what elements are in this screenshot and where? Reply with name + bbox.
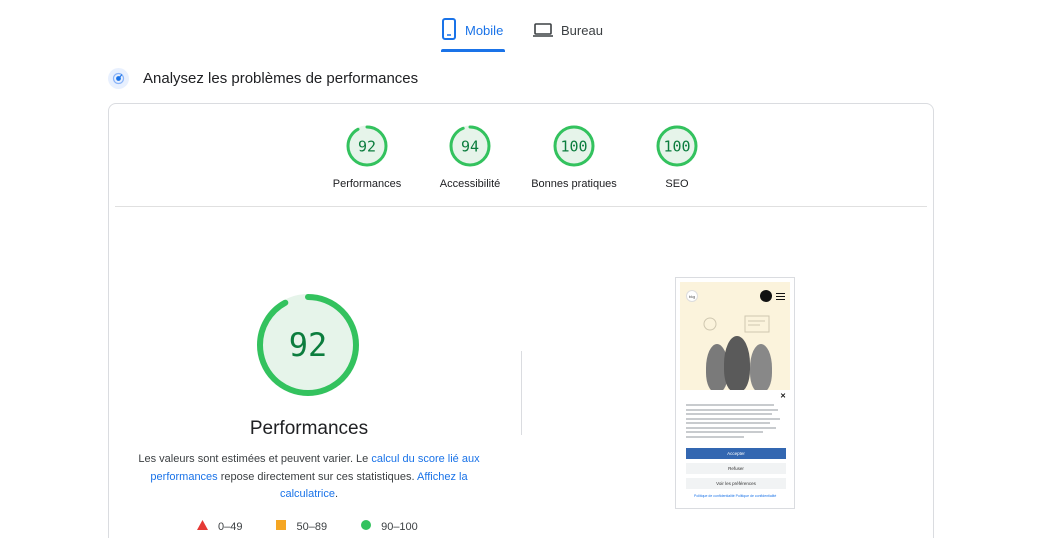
triangle-icon bbox=[197, 520, 208, 533]
gauge-label-performances: Performances bbox=[332, 178, 402, 190]
performance-main-title: Performances bbox=[249, 418, 369, 439]
team-photo bbox=[724, 336, 750, 392]
desc-text-3: . bbox=[334, 488, 339, 500]
preferences-button: Voir les préférences bbox=[686, 478, 786, 489]
score-gauges: 92 Performances 94 Accessibilité 100 Bon… bbox=[109, 124, 935, 198]
legend-item-average: 50–89 bbox=[276, 520, 327, 533]
page-screenshot-preview: bkg ✕ Accepter Refuser Voir les préféren… bbox=[675, 277, 795, 509]
desc-text-1: Les valeurs sont estimées et peuvent var… bbox=[138, 453, 372, 465]
legend-range-average: 50–89 bbox=[296, 520, 328, 533]
score-legend: 0–49 50–89 90–100 bbox=[197, 520, 418, 533]
device-tabs: Mobile Bureau bbox=[0, 0, 1038, 60]
performance-description: Les valeurs sont estimées et peuvent var… bbox=[131, 451, 487, 504]
legend-range-pass: 90–100 bbox=[381, 520, 418, 533]
mail-icon bbox=[760, 290, 772, 302]
smartphone-icon bbox=[441, 18, 457, 45]
gauge-value-seo: 100 bbox=[663, 138, 690, 156]
refuse-button: Refuser bbox=[686, 463, 786, 474]
section-header: Analysez les problèmes de performances bbox=[108, 68, 418, 89]
performance-main-gauge: 92 bbox=[257, 294, 359, 396]
section-title: Analysez les problèmes de performances bbox=[143, 70, 419, 87]
gauge-performances[interactable]: 92 Performances bbox=[312, 124, 422, 190]
menu-icon bbox=[776, 293, 785, 300]
cookie-consent-modal: ✕ Accepter Refuser Voir les préférences … bbox=[680, 390, 792, 508]
vertical-divider bbox=[521, 351, 522, 435]
gauges-divider bbox=[115, 206, 927, 207]
laptop-icon bbox=[533, 18, 553, 45]
gauge-label-bonnes-pratiques: Bonnes pratiques bbox=[531, 178, 617, 190]
close-icon: ✕ bbox=[780, 393, 786, 400]
desc-text-2: repose directement sur ces statistiques. bbox=[217, 470, 418, 483]
accept-button: Accepter bbox=[686, 448, 786, 459]
legend-item-pass: 90–100 bbox=[361, 520, 418, 533]
circle-icon bbox=[361, 520, 372, 533]
tab-desktop[interactable]: Bureau bbox=[533, 18, 613, 52]
gauge-seo[interactable]: 100 SEO bbox=[622, 124, 732, 190]
gauge-label-accessibilite: Accessibilité bbox=[439, 178, 501, 190]
team-photo bbox=[750, 344, 772, 392]
gauge-ring-bonnes-pratiques: 100 bbox=[553, 125, 595, 167]
square-icon bbox=[276, 520, 287, 533]
tab-mobile[interactable]: Mobile bbox=[441, 18, 505, 52]
privacy-links: Politique de confidentialité Politique d… bbox=[694, 494, 777, 498]
active-tab-indicator bbox=[441, 49, 505, 52]
consent-text bbox=[686, 404, 782, 440]
tab-desktop-label: Bureau bbox=[561, 23, 603, 38]
performance-main-score: 92 bbox=[289, 326, 328, 364]
gauge-label-seo: SEO bbox=[665, 178, 689, 190]
preview-logo: bkg bbox=[686, 290, 698, 302]
gauge-ring-performances: 92 bbox=[346, 125, 388, 167]
gauge-accessibilite[interactable]: 94 Accessibilité bbox=[415, 124, 525, 190]
gauge-ring-seo: 100 bbox=[656, 125, 698, 167]
legend-item-fail: 0–49 bbox=[197, 520, 242, 533]
legend-range-fail: 0–49 bbox=[218, 520, 243, 533]
performance-diagnose-icon bbox=[108, 68, 129, 89]
report-card: 92 Performances 94 Accessibilité 100 Bon… bbox=[108, 103, 934, 538]
gauge-value-performances: 92 bbox=[358, 138, 376, 156]
gauge-value-accessibilite: 94 bbox=[461, 138, 479, 156]
gauge-value-bonnes-pratiques: 100 bbox=[560, 138, 587, 156]
preview-hero: bkg bbox=[680, 282, 790, 392]
tab-mobile-label: Mobile bbox=[465, 23, 504, 38]
gauge-bonnes-pratiques[interactable]: 100 Bonnes pratiques bbox=[519, 124, 629, 190]
gauge-ring-accessibilite: 94 bbox=[449, 125, 491, 167]
